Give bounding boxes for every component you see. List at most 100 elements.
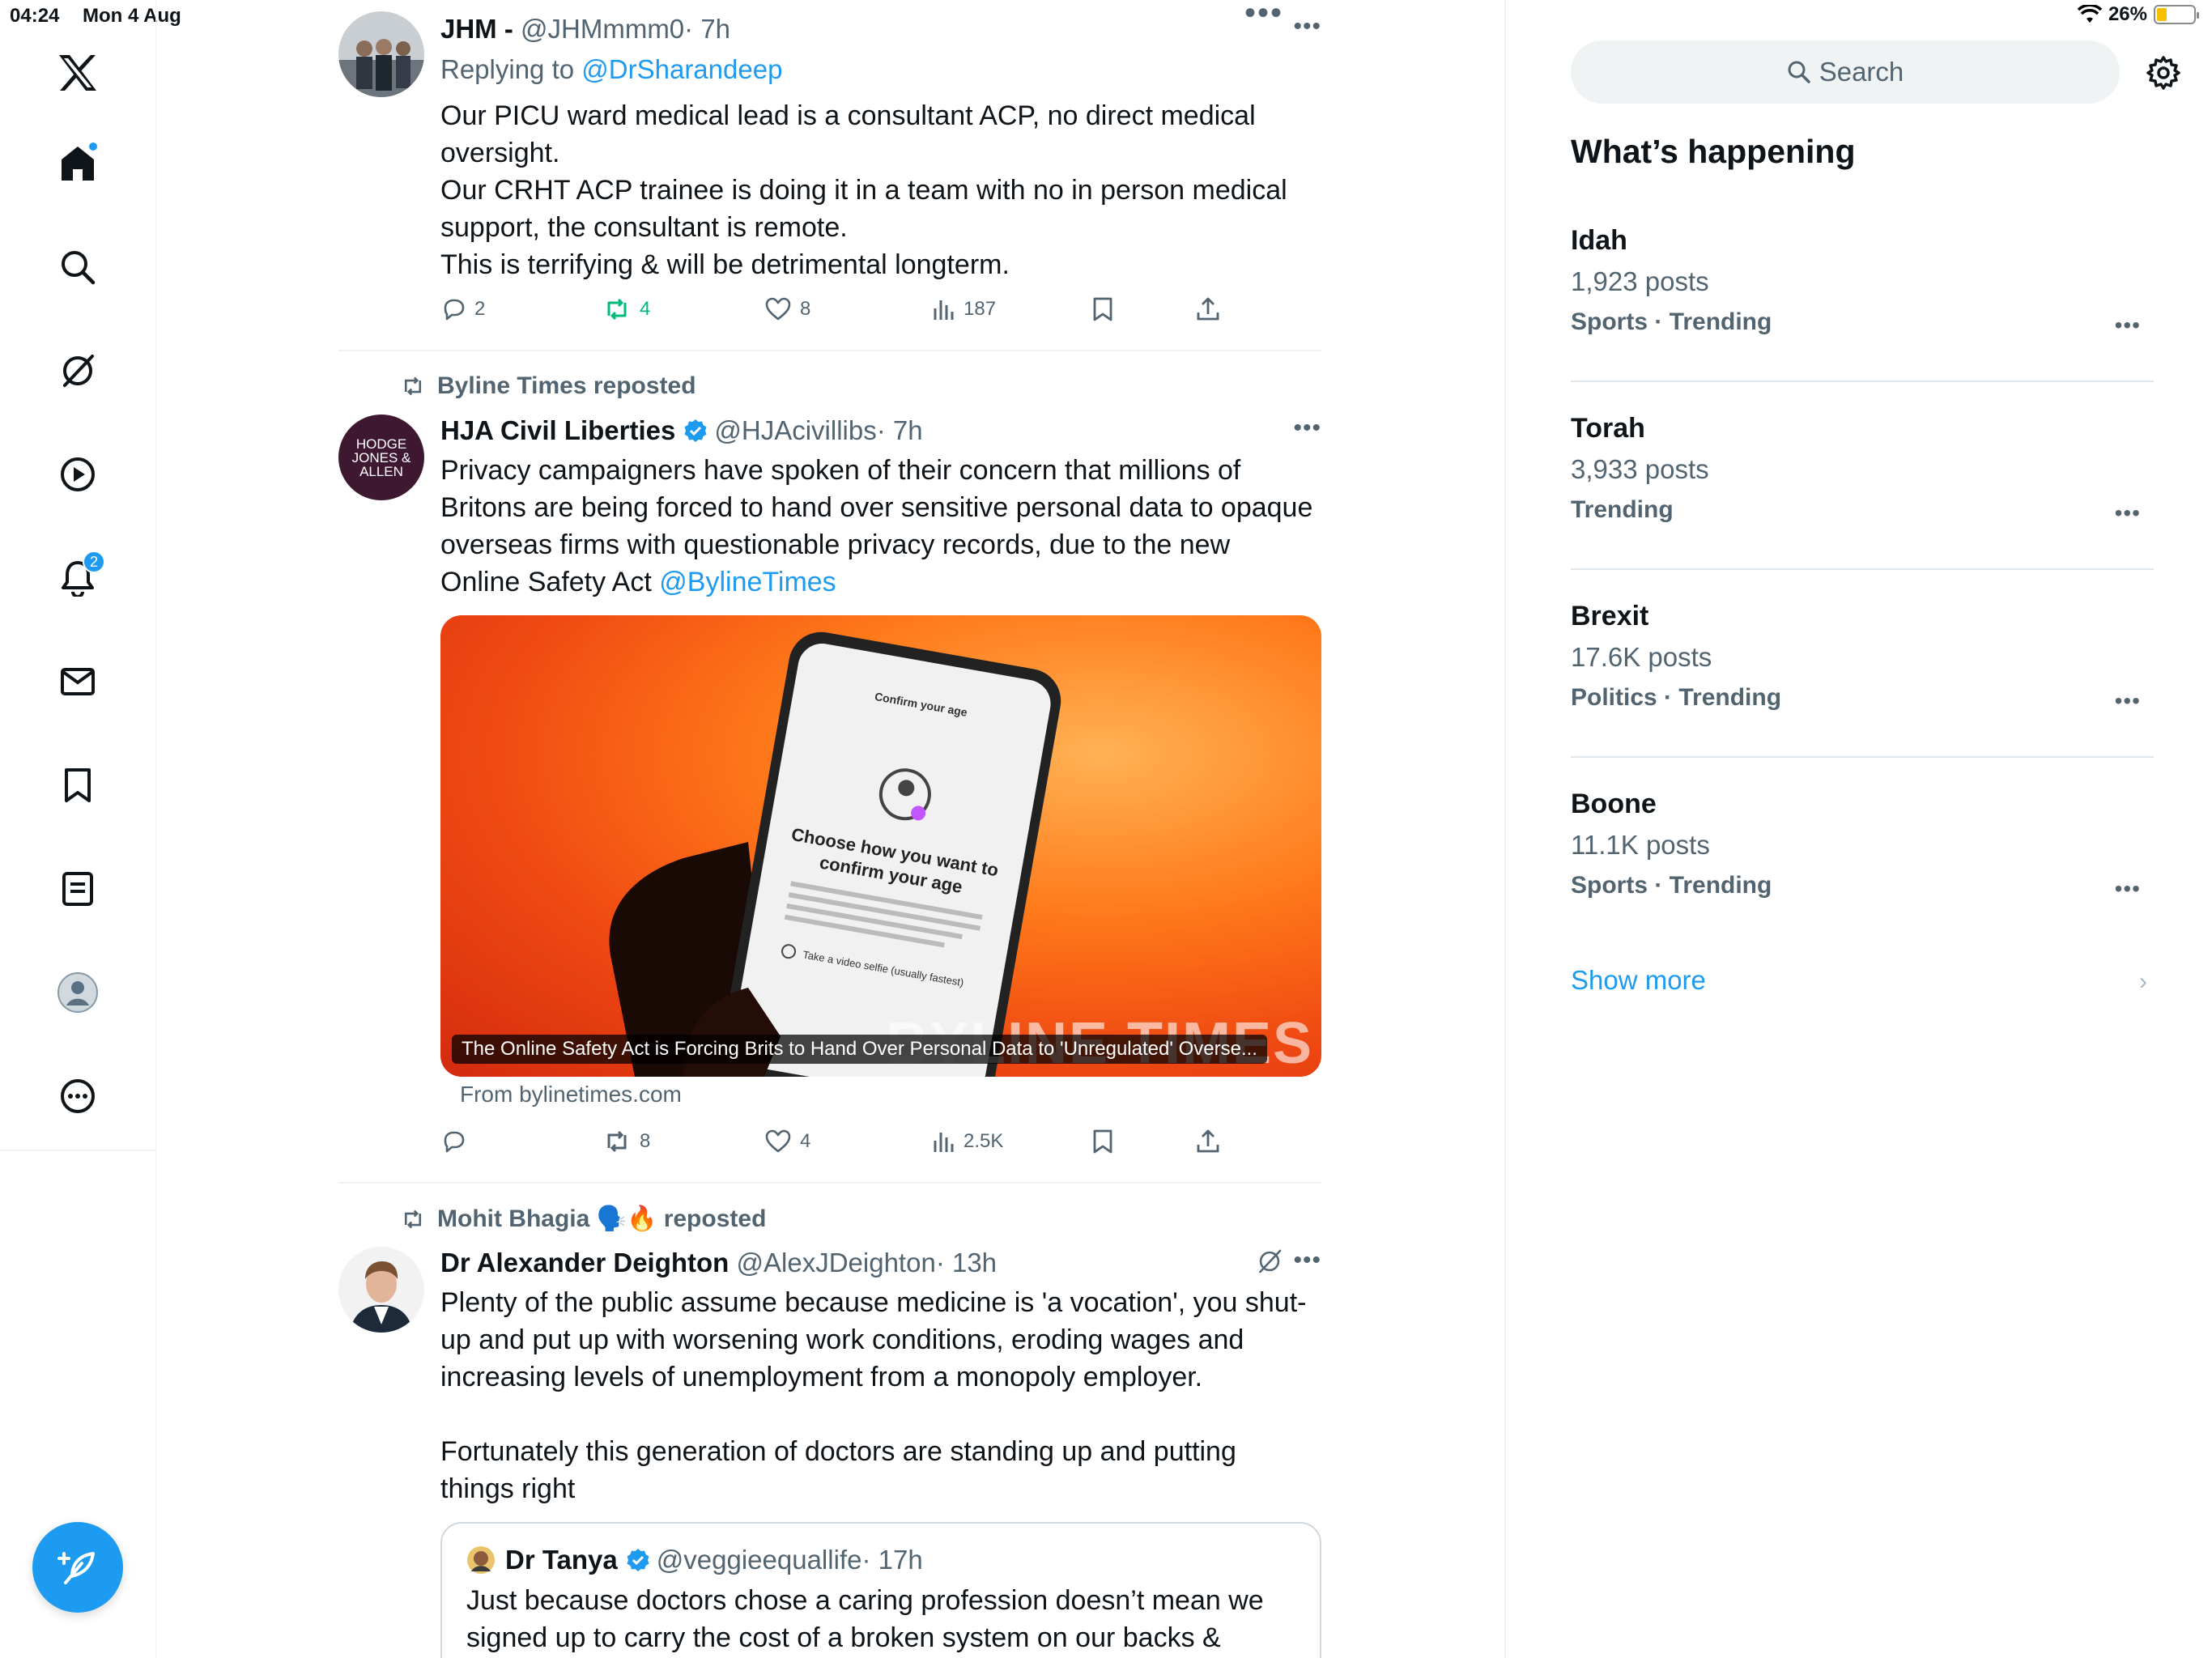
x-logo-icon[interactable] [45,40,110,105]
reply-button[interactable]: 2 [440,293,485,325]
quoted-tweet[interactable]: Dr Tanya @veggieequallife · 17h Just bec… [440,1522,1321,1658]
trend-more-icon[interactable]: ••• [2115,500,2141,526]
views-count: 2.5K [963,1130,1004,1152]
reposted-by[interactable]: Mohit Bhagia 🗣️🔥 reposted [400,1205,766,1233]
messages-envelope-icon[interactable] [45,649,110,714]
chevron-right-icon[interactable]: › [2139,968,2147,996]
link-preview-card[interactable]: Confirm your age Choose how you want to … [440,615,1321,1077]
tweet-text: Our PICU ward medical lead is a consulta… [440,97,1321,283]
author-name[interactable]: HJA Civil Liberties [440,413,675,449]
tweet[interactable]: JHM - @JHMmmm0 · 7h Replying to @DrShara… [338,11,1321,335]
trend-separator [1571,756,2154,758]
tweet-more-icon[interactable]: ••• [1293,414,1321,442]
quoted-avatar[interactable] [466,1545,496,1575]
tweet-more-icon[interactable]: ••• [1293,1247,1321,1274]
reposted-by[interactable]: Byline Times reposted [400,372,696,400]
trend-more-icon[interactable]: ••• [2115,688,2141,714]
reposted-by-label[interactable]: Mohit Bhagia 🗣️🔥 reposted [437,1205,766,1233]
tweet-text-end: Online Safety Act [440,567,660,597]
share-button[interactable] [1195,293,1221,325]
trend-item[interactable]: Brexit 17.6K posts Politics · Trending •… [1571,601,2154,722]
left-navigation: 2 [0,0,156,1658]
tweet-text-line: overseas firms with questionable privacy… [440,529,1231,560]
show-more-link[interactable]: Show more [1571,965,1706,996]
profile-avatar-icon[interactable] [45,960,110,1025]
right-sidebar: Search What’s happening Idah 1,923 posts… [1504,0,2212,1658]
mention-link[interactable]: @BylineTimes [659,567,836,597]
tweet[interactable]: HODGE JONES & ALLEN HJA Civil Liberties … [338,413,1321,1190]
avatar[interactable] [338,1247,424,1333]
card-source[interactable]: From bylinetimes.com [460,1082,682,1107]
bookmarks-icon[interactable] [45,753,110,818]
like-button[interactable]: 8 [764,293,810,325]
tweet-text-line: Our PICU ward medical lead is a consulta… [440,100,1256,131]
card-image-phone-illustration: Confirm your age Choose how you want to … [609,631,1061,1077]
post-time[interactable]: · 13h [936,1245,997,1281]
avatar[interactable]: HODGE JONES & ALLEN [338,414,424,500]
post-time[interactable]: · 7h [684,11,730,47]
more-options-icon[interactable] [45,1064,110,1129]
share-icon [1197,1129,1219,1153]
reply-icon [444,1131,465,1153]
trend-more-icon[interactable]: ••• [2115,876,2141,902]
tweet-text-line: up and put up with worsening work condit… [440,1324,1244,1355]
trend-item[interactable]: Torah 3,933 posts Trending ••• [1571,413,2154,534]
home-icon[interactable] [45,131,110,196]
trend-category: Sports · Trending [1571,308,1772,335]
quoted-tweet-text: Just because doctors chose a caring prof… [466,1582,1295,1656]
replying-to-mention[interactable]: @DrSharandeep [581,52,782,87]
quoted-post-time[interactable]: · 17h [861,1545,922,1575]
repost-small-icon [404,376,422,396]
compose-post-button[interactable] [32,1522,123,1613]
tweet-text-line: Fortunately this generation of doctors a… [440,1436,1236,1467]
replying-prefix: Replying to [440,54,575,84]
lists-icon[interactable] [45,857,110,921]
verified-badge-icon [683,419,708,443]
settings-gear-icon[interactable] [2146,55,2181,91]
tweet-text-line: oversight. [440,138,560,168]
tweet-actions: 2 4 8 187 [440,293,1321,325]
author-name[interactable]: Dr Alexander Deighton [440,1245,729,1281]
notifications-bell-icon[interactable]: 2 [45,546,110,610]
search-input[interactable]: Search [1571,40,2120,104]
author-name[interactable]: JHM - [440,11,513,47]
tweet-text-line: Plenty of the public assume because medi… [440,1287,1307,1318]
avatar[interactable] [338,11,424,97]
grok-icon[interactable] [45,338,110,403]
repost-icon [607,298,627,321]
repost-count: 8 [640,1130,651,1152]
post-time[interactable]: · 7h [877,413,923,449]
author-handle[interactable]: @HJAcivillibs [714,413,876,449]
bookmark-button[interactable] [1091,1125,1114,1158]
video-play-icon[interactable] [45,442,110,507]
tweet-more-icon[interactable]: ••• [1293,13,1321,40]
views-button[interactable]: 2.5K [931,1125,1003,1158]
grok-explain-icon[interactable] [1257,1248,1283,1278]
like-button[interactable]: 4 [764,1125,810,1158]
reposted-by-label[interactable]: Byline Times reposted [437,372,696,400]
tweet-text-line: Our CRHT ACP trainee is doing it in a te… [440,175,1287,206]
share-button[interactable] [1195,1125,1221,1158]
tweet-text: Plenty of the public assume because medi… [440,1284,1321,1507]
explore-search-icon[interactable] [45,235,110,300]
reply-button[interactable] [440,1125,474,1158]
like-count: 8 [800,298,811,320]
tweet-separator [338,350,1321,351]
repost-button[interactable]: 8 [602,1125,650,1158]
share-icon [1197,297,1219,321]
card-caption[interactable]: The Online Safety Act is Forcing Brits t… [452,1035,1267,1064]
trend-more-icon[interactable]: ••• [2115,312,2141,338]
trend-posts: 17.6K posts [1571,642,1712,672]
author-handle[interactable]: @AlexJDeighton [737,1245,936,1281]
repost-button[interactable]: 4 [602,293,650,325]
quoted-author-handle[interactable]: @veggieequallife [657,1545,862,1575]
author-handle[interactable]: @JHMmmm0 [521,11,684,47]
notifications-badge: 2 [83,551,105,573]
bookmark-button[interactable] [1091,293,1114,325]
quoted-text-line: Just because doctors chose a caring prof… [466,1585,1264,1616]
quoted-author-name[interactable]: Dr Tanya [505,1545,618,1575]
views-button[interactable]: 187 [931,293,996,325]
tweet-actions: 8 4 2.5K [440,1125,1321,1158]
trend-item[interactable]: Boone 11.1K posts Sports · Trending ••• [1571,789,2154,910]
trend-item[interactable]: Idah 1,923 posts Sports · Trending ••• [1571,225,2154,346]
